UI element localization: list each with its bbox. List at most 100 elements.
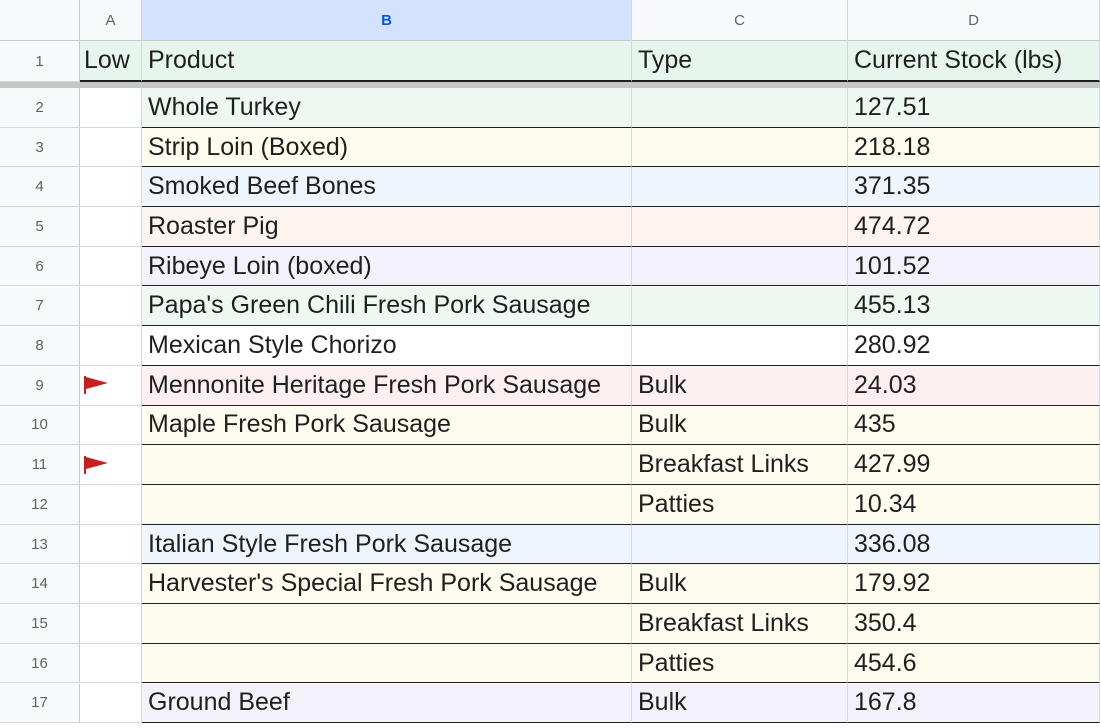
cell-product[interactable]: Roaster Pig bbox=[142, 207, 632, 247]
cell-stock[interactable]: 474.72 bbox=[848, 207, 1100, 247]
cell-product[interactable]: Mexican Style Chorizo bbox=[142, 326, 632, 366]
column-header-c[interactable]: C bbox=[632, 0, 848, 41]
cell-stock[interactable]: 280.92 bbox=[848, 326, 1100, 366]
cell-low[interactable] bbox=[80, 643, 142, 684]
header-cell-stock[interactable]: Current Stock (lbs) bbox=[848, 41, 1100, 82]
cell-low[interactable] bbox=[80, 365, 142, 406]
table-row: Italian Style Fresh Pork Sausage 336.08 bbox=[80, 524, 1100, 565]
cell-type[interactable]: Patties bbox=[632, 643, 848, 684]
row-header[interactable]: 4 bbox=[0, 167, 80, 208]
cell-low[interactable] bbox=[80, 485, 142, 525]
cell-type[interactable] bbox=[632, 167, 848, 208]
row-header[interactable]: 17 bbox=[0, 683, 80, 724]
cell-low[interactable] bbox=[80, 127, 142, 168]
cell-stock[interactable]: 435 bbox=[848, 405, 1100, 446]
row-header[interactable]: 2 bbox=[0, 88, 80, 128]
cell-low[interactable] bbox=[80, 405, 142, 446]
cell-product[interactable] bbox=[142, 643, 632, 684]
table-row: Harvester's Special Fresh Pork Sausage Bu… bbox=[80, 564, 1100, 605]
cell-product[interactable]: Ground Beef bbox=[142, 683, 632, 724]
cell-type[interactable]: Bulk bbox=[632, 564, 848, 605]
cell-type[interactable] bbox=[632, 524, 848, 565]
cell-stock[interactable]: 350.4 bbox=[848, 604, 1100, 644]
cell-product[interactable] bbox=[142, 445, 632, 485]
cell-stock[interactable]: 10.34 bbox=[848, 485, 1100, 525]
cell-product[interactable]: Strip Loin (Boxed) bbox=[142, 127, 632, 168]
column-header-b[interactable]: B bbox=[142, 0, 632, 41]
row-header[interactable]: 15 bbox=[0, 604, 80, 644]
row-header[interactable]: 7 bbox=[0, 286, 80, 327]
column-header-a[interactable]: A bbox=[80, 0, 142, 41]
cell-product[interactable] bbox=[142, 485, 632, 525]
table-row: Patties 10.34 bbox=[80, 485, 1100, 525]
cell-type[interactable]: Patties bbox=[632, 485, 848, 525]
cell-low[interactable] bbox=[80, 167, 142, 208]
cell-low[interactable] bbox=[80, 564, 142, 605]
row-header[interactable]: 12 bbox=[0, 485, 80, 525]
cell-low[interactable] bbox=[80, 88, 142, 128]
row-header[interactable]: 11 bbox=[0, 445, 80, 485]
cell-type[interactable] bbox=[632, 246, 848, 287]
row-header[interactable]: 10 bbox=[0, 405, 80, 446]
cell-type[interactable] bbox=[632, 88, 848, 128]
table-row: Patties 454.6 bbox=[80, 643, 1100, 684]
cell-type[interactable] bbox=[632, 286, 848, 327]
cell-low[interactable] bbox=[80, 326, 142, 366]
row-header[interactable]: 9 bbox=[0, 365, 80, 406]
cell-stock[interactable]: 455.13 bbox=[848, 286, 1100, 327]
header-cell-low[interactable]: Low bbox=[80, 41, 142, 82]
select-all-corner[interactable] bbox=[0, 0, 80, 41]
row-header[interactable]: 14 bbox=[0, 564, 80, 605]
row-header[interactable]: 3 bbox=[0, 127, 80, 168]
cell-product[interactable]: Smoked Beef Bones bbox=[142, 167, 632, 208]
table-row: Ribeye Loin (boxed) 101.52 bbox=[80, 246, 1100, 287]
cell-stock[interactable]: 454.6 bbox=[848, 643, 1100, 684]
cell-product[interactable]: Whole Turkey bbox=[142, 88, 632, 128]
table-row: Smoked Beef Bones 371.35 bbox=[80, 167, 1100, 208]
row-header[interactable]: 6 bbox=[0, 246, 80, 287]
cell-stock[interactable]: 167.8 bbox=[848, 683, 1100, 724]
cell-product[interactable]: Papa's Green Chili Fresh Pork Sausage bbox=[142, 286, 632, 327]
table-row: Whole Turkey 127.51 bbox=[80, 88, 1100, 128]
row-header[interactable]: 16 bbox=[0, 643, 80, 684]
cell-low[interactable] bbox=[80, 207, 142, 247]
cell-low[interactable] bbox=[80, 524, 142, 565]
cell-stock[interactable]: 371.35 bbox=[848, 167, 1100, 208]
header-cell-product[interactable]: Product bbox=[142, 41, 632, 82]
header-cell-type[interactable]: Type bbox=[632, 41, 848, 82]
cell-product[interactable]: Italian Style Fresh Pork Sausage bbox=[142, 524, 632, 565]
cell-type[interactable]: Breakfast Links bbox=[632, 445, 848, 485]
cell-product[interactable]: Maple Fresh Pork Sausage bbox=[142, 405, 632, 446]
cell-product[interactable]: Ribeye Loin (boxed) bbox=[142, 246, 632, 287]
cell-low[interactable] bbox=[80, 246, 142, 287]
cell-type[interactable] bbox=[632, 326, 848, 366]
cell-stock[interactable]: 24.03 bbox=[848, 365, 1100, 406]
red-flag-icon bbox=[84, 376, 108, 395]
cell-type[interactable] bbox=[632, 207, 848, 247]
cell-product[interactable]: Harvester's Special Fresh Pork Sausage bbox=[142, 564, 632, 605]
cell-stock[interactable]: 179.92 bbox=[848, 564, 1100, 605]
table-row: Strip Loin (Boxed) 218.18 bbox=[80, 127, 1100, 168]
cell-low[interactable] bbox=[80, 445, 142, 485]
row-header[interactable]: 8 bbox=[0, 326, 80, 366]
cell-type[interactable]: Bulk bbox=[632, 405, 848, 446]
cell-stock[interactable]: 336.08 bbox=[848, 524, 1100, 565]
cell-type[interactable]: Bulk bbox=[632, 683, 848, 724]
cell-stock[interactable]: 101.52 bbox=[848, 246, 1100, 287]
cell-type[interactable]: Bulk bbox=[632, 365, 848, 406]
row-header[interactable]: 5 bbox=[0, 207, 80, 247]
cell-low[interactable] bbox=[80, 683, 142, 724]
cell-type[interactable] bbox=[632, 127, 848, 168]
cell-low[interactable] bbox=[80, 604, 142, 644]
cell-low[interactable] bbox=[80, 286, 142, 327]
cell-product[interactable]: Mennonite Heritage Fresh Pork Sausage bbox=[142, 365, 632, 406]
cell-type[interactable]: Breakfast Links bbox=[632, 604, 848, 644]
row-header[interactable]: 1 bbox=[0, 41, 80, 82]
cell-stock[interactable]: 218.18 bbox=[848, 127, 1100, 168]
red-flag-icon bbox=[84, 455, 108, 474]
row-header[interactable]: 13 bbox=[0, 524, 80, 565]
cell-stock[interactable]: 427.99 bbox=[848, 445, 1100, 485]
cell-product[interactable] bbox=[142, 604, 632, 644]
cell-stock[interactable]: 127.51 bbox=[848, 88, 1100, 128]
column-header-d[interactable]: D bbox=[848, 0, 1100, 41]
